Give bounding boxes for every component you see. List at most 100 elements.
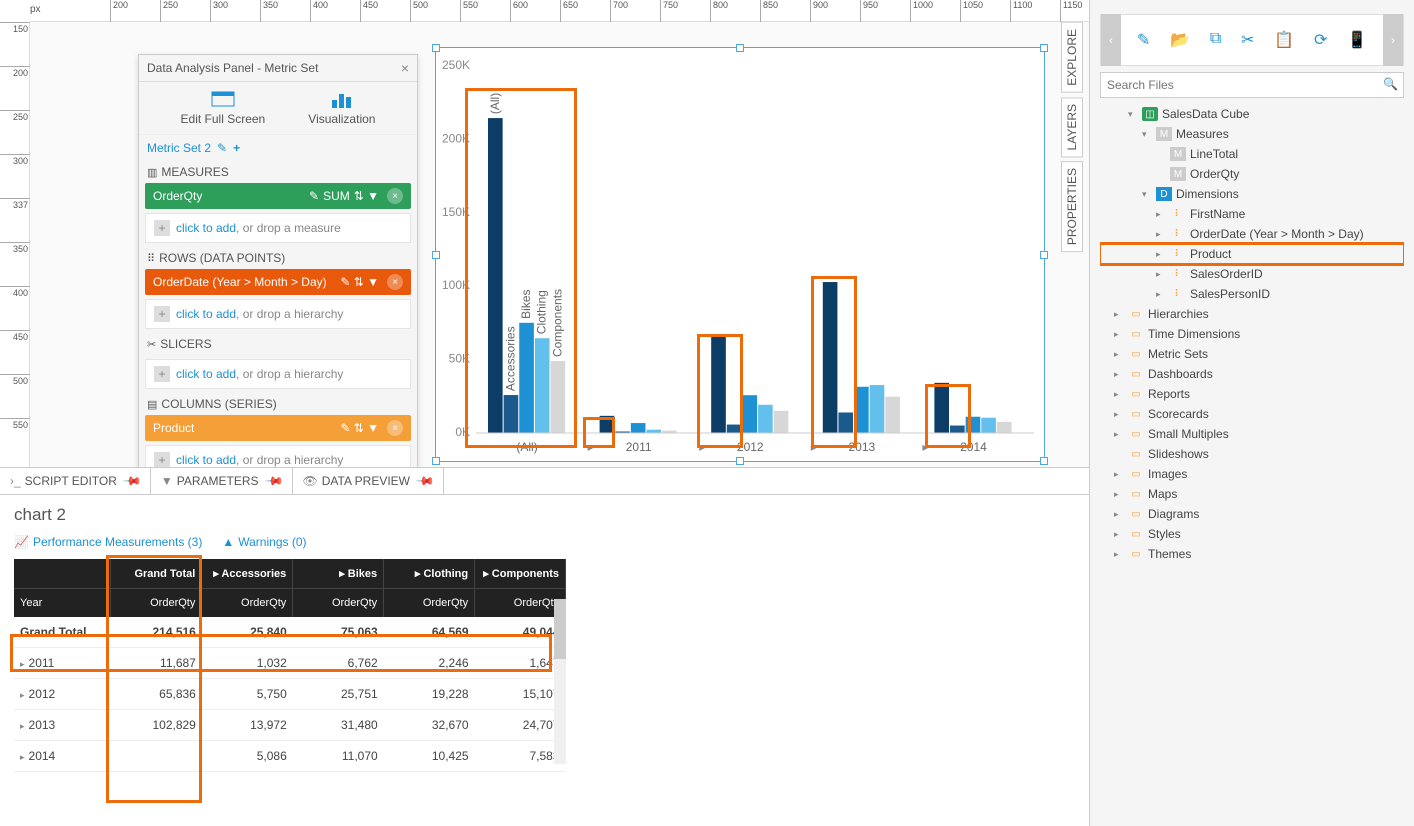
svg-text:Components: Components bbox=[550, 289, 564, 357]
copy-icon[interactable]: ⧉ bbox=[1210, 30, 1221, 50]
svg-text:▸: ▸ bbox=[588, 440, 594, 454]
tab-parameters[interactable]: ▼PARAMETERS📌 bbox=[151, 468, 293, 494]
rows-pill[interactable]: OrderDate (Year > Month > Day) ✎ ⇅ ▼ × bbox=[145, 269, 411, 295]
tree-item[interactable]: ▸▭Small Multiples bbox=[1100, 424, 1404, 444]
svg-text:2013: 2013 bbox=[849, 440, 876, 454]
bottom-tabs: ›_SCRIPT EDITOR📌 ▼PARAMETERS📌 👁DATA PREV… bbox=[0, 467, 1089, 495]
properties-tab[interactable]: PROPERTIES bbox=[1061, 161, 1083, 252]
svg-text:(All): (All) bbox=[516, 440, 537, 454]
slicers-header: ✂ SLICERS bbox=[139, 333, 417, 355]
table-row[interactable]: ▸2013102,82913,97231,48032,67024,707 bbox=[14, 710, 566, 741]
tree-item[interactable]: ▾MMeasures bbox=[1100, 124, 1404, 144]
scrollbar[interactable] bbox=[554, 599, 566, 764]
performance-link[interactable]: 📈 Performance Measurements (3) bbox=[14, 535, 202, 549]
file-tree[interactable]: ▾◫SalesData Cube▾MMeasuresMLineTotalMOrd… bbox=[1100, 104, 1404, 564]
tree-item[interactable]: ▸▭Maps bbox=[1100, 484, 1404, 504]
add-icon[interactable]: + bbox=[233, 141, 240, 155]
tree-item[interactable]: MLineTotal bbox=[1100, 144, 1404, 164]
tree-item[interactable]: ▸▭Scorecards bbox=[1100, 404, 1404, 424]
svg-text:▸: ▸ bbox=[699, 440, 705, 454]
tree-item[interactable]: ▸⠇OrderDate (Year > Month > Day) bbox=[1100, 224, 1404, 244]
svg-text:50K: 50K bbox=[449, 352, 470, 366]
svg-text:100K: 100K bbox=[442, 278, 470, 292]
preview-title: chart 2 bbox=[14, 505, 1075, 525]
svg-text:150K: 150K bbox=[442, 205, 470, 219]
svg-text:250K: 250K bbox=[442, 58, 470, 72]
search-icon[interactable]: 🔍 bbox=[1383, 77, 1398, 91]
svg-text:200K: 200K bbox=[442, 131, 470, 145]
design-canvas[interactable]: Data Analysis Panel - Metric Set × Edit … bbox=[30, 22, 1089, 467]
search-input[interactable] bbox=[1100, 72, 1404, 98]
tree-item[interactable]: ▸⠇FirstName bbox=[1100, 204, 1404, 224]
tree-item[interactable]: ▸⠇SalesPersonID bbox=[1100, 284, 1404, 304]
tree-item[interactable]: ▸▭Time Dimensions bbox=[1100, 324, 1404, 344]
close-icon[interactable]: × bbox=[401, 60, 409, 76]
columns-pill[interactable]: Product ✎ ⇅ ▼ × bbox=[145, 415, 411, 441]
panel-title: Data Analysis Panel - Metric Set bbox=[147, 61, 318, 75]
chart-frame[interactable]: 0K 50K 100K 150K 200K 250K (All) AccessoriesBik… bbox=[435, 47, 1045, 462]
tree-item[interactable]: ▸▭Dashboards bbox=[1100, 364, 1404, 384]
drop-slicer[interactable]: +click to add, or drop a hierarchy bbox=[145, 359, 411, 389]
tree-item[interactable]: ▸⠇SalesOrderID bbox=[1100, 264, 1404, 284]
table-row[interactable]: ▸20145,08611,07010,4257,583 bbox=[14, 741, 566, 772]
tree-item[interactable]: ▸▭Reports bbox=[1100, 384, 1404, 404]
svg-text:Clothing: Clothing bbox=[535, 290, 549, 334]
metric-set-name[interactable]: Metric Set 2 bbox=[147, 141, 211, 155]
tree-item[interactable]: ▸▭Metric Sets bbox=[1100, 344, 1404, 364]
data-preview-panel: chart 2 📈 Performance Measurements (3) ▲… bbox=[0, 495, 1089, 826]
svg-text:0K: 0K bbox=[455, 425, 470, 439]
remove-icon[interactable]: × bbox=[387, 420, 403, 436]
tree-item[interactable]: ▸▭Images bbox=[1100, 464, 1404, 484]
svg-text:▸: ▸ bbox=[811, 440, 817, 454]
warnings-link[interactable]: ▲ Warnings (0) bbox=[222, 535, 306, 549]
tree-item[interactable]: ▸▭Styles bbox=[1100, 524, 1404, 544]
data-analysis-panel: Data Analysis Panel - Metric Set × Edit … bbox=[138, 54, 418, 480]
edit-full-screen-button[interactable]: Edit Full Screen bbox=[181, 90, 266, 126]
svg-text:(All): (All) bbox=[488, 93, 502, 114]
scroll-right-icon[interactable]: › bbox=[1383, 14, 1403, 66]
tree-item[interactable]: ▸⠇Product bbox=[1100, 244, 1404, 264]
paste-icon[interactable]: 📋 bbox=[1274, 30, 1294, 50]
explore-panel: ‹ ✎ 📂 ⧉ ✂ 📋 ⟳ 📱 › 🔍 ▾◫SalesData Cube▾MMe… bbox=[1089, 0, 1414, 826]
table-row[interactable]: Grand Total214,51625,84075,06364,56949,0… bbox=[14, 617, 566, 648]
remove-icon[interactable]: × bbox=[387, 274, 403, 290]
columns-header: ▤ COLUMNS (SERIES) bbox=[139, 393, 417, 415]
new-icon[interactable]: ✎ bbox=[1137, 30, 1150, 50]
preview-table[interactable]: Grand Total▸ Accessories▸ Bikes▸ Clothin… bbox=[14, 559, 566, 772]
svg-text:2014: 2014 bbox=[960, 440, 987, 454]
drop-measure[interactable]: +click to add, or drop a measure bbox=[145, 213, 411, 243]
scroll-left-icon[interactable]: ‹ bbox=[1101, 14, 1121, 66]
tree-item[interactable]: MOrderQty bbox=[1100, 164, 1404, 184]
svg-text:Bikes: Bikes bbox=[519, 289, 533, 318]
ruler-unit: px bbox=[30, 0, 60, 21]
refresh-icon[interactable]: ⟳ bbox=[1314, 30, 1327, 50]
cut-icon[interactable]: ✂ bbox=[1241, 30, 1254, 50]
open-icon[interactable]: 📂 bbox=[1170, 30, 1190, 50]
tree-item[interactable]: ▸▭Hierarchies bbox=[1100, 304, 1404, 324]
edit-icon[interactable]: ✎ bbox=[217, 141, 227, 155]
svg-text:Accessories: Accessories bbox=[503, 326, 517, 391]
explore-tab[interactable]: EXPLORE bbox=[1061, 22, 1083, 93]
rows-header: ⠿ ROWS (DATA POINTS) bbox=[139, 247, 417, 269]
explore-toolbar: ‹ ✎ 📂 ⧉ ✂ 📋 ⟳ 📱 › bbox=[1100, 14, 1404, 66]
svg-text:2012: 2012 bbox=[737, 440, 764, 454]
tree-item[interactable]: ▾◫SalesData Cube bbox=[1100, 104, 1404, 124]
svg-text:2011: 2011 bbox=[626, 440, 652, 454]
bar-chart[interactable]: 0K 50K 100K 150K 200K 250K (All) AccessoriesBik… bbox=[436, 48, 1044, 461]
measure-pill[interactable]: OrderQty ✎ SUM ⇅ ▼ × bbox=[145, 183, 411, 209]
layers-tab[interactable]: LAYERS bbox=[1061, 97, 1083, 157]
measures-header: ▥ MEASURES bbox=[139, 161, 417, 183]
drop-rows[interactable]: +click to add, or drop a hierarchy bbox=[145, 299, 411, 329]
table-row[interactable]: ▸201111,6871,0326,7622,2461,647 bbox=[14, 648, 566, 679]
svg-text:▸: ▸ bbox=[922, 440, 928, 454]
remove-icon[interactable]: × bbox=[387, 188, 403, 204]
device-icon[interactable]: 📱 bbox=[1347, 30, 1367, 50]
table-row[interactable]: ▸201265,8365,75025,75119,22815,107 bbox=[14, 679, 566, 710]
tree-item[interactable]: ▸▭Themes bbox=[1100, 544, 1404, 564]
tree-item[interactable]: ▸▭Diagrams bbox=[1100, 504, 1404, 524]
visualization-button[interactable]: Visualization bbox=[308, 90, 375, 126]
tree-item[interactable]: ▾DDimensions bbox=[1100, 184, 1404, 204]
tab-script-editor[interactable]: ›_SCRIPT EDITOR📌 bbox=[0, 468, 151, 494]
tab-data-preview[interactable]: 👁DATA PREVIEW📌 bbox=[293, 468, 444, 494]
tree-item[interactable]: ▭Slideshows bbox=[1100, 444, 1404, 464]
